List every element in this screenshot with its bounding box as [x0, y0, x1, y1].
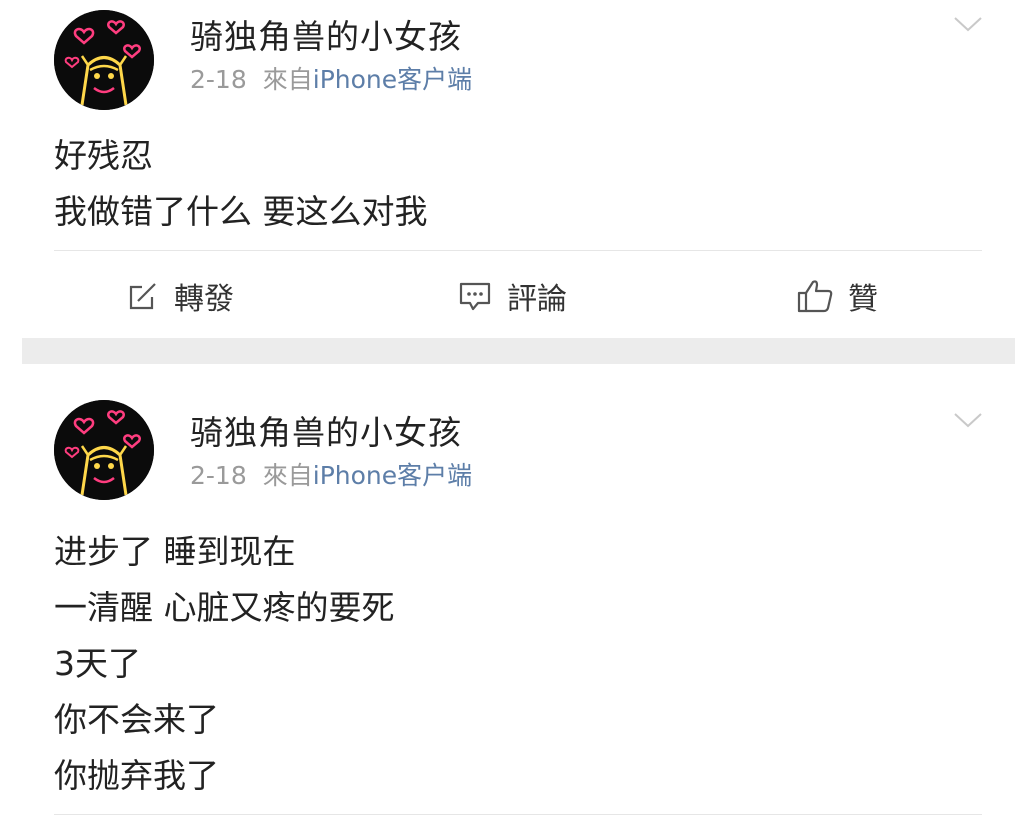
divider: [54, 814, 982, 815]
avatar[interactable]: [54, 10, 154, 110]
post-text-line: 好残忍: [54, 136, 153, 175]
post-text-line: 你抛弃我了: [54, 756, 219, 795]
post-author-name[interactable]: 骑独角兽的小女孩: [190, 10, 462, 58]
chevron-down-icon[interactable]: [953, 14, 983, 34]
post-content: 进步了 睡到现在 一清醒 心脏又疼的要死 3天了 你不会来了 你抛弃我了: [54, 524, 395, 804]
post-separator: [22, 338, 1015, 364]
post-meta: 2-18 來自iPhone客户端: [190, 456, 472, 492]
post-author-name[interactable]: 骑独角兽的小女孩: [190, 406, 462, 454]
post-card: 骑独角兽的小女孩 2-18 來自iPhone客户端 好残忍 我做错了什么 要这么对…: [0, 0, 1023, 338]
comment-label: 評論: [507, 282, 567, 317]
chevron-down-icon[interactable]: [953, 410, 983, 430]
compose-arrow-icon: [126, 279, 160, 313]
post-text-line: 进步了 睡到现在: [54, 532, 296, 571]
weibo-feed: 骑独角兽的小女孩 2-18 來自iPhone客户端 好残忍 我做错了什么 要这么对…: [0, 0, 1023, 818]
post-text-line: 你不会来了: [54, 700, 219, 739]
post-text-line: 3天了: [54, 644, 141, 683]
post-text-line: 一清醒 心脏又疼的要死: [54, 588, 395, 627]
repost-button[interactable]: 轉發: [126, 270, 234, 322]
neon-bear-hearts-avatar-icon: [54, 400, 154, 500]
post-date: 2-18: [190, 461, 247, 490]
thumbs-up-icon: [796, 278, 834, 314]
post-source-link[interactable]: iPhone客户端: [313, 461, 472, 490]
post-action-bar: 轉發 評論 贊: [0, 270, 1023, 322]
avatar[interactable]: [54, 400, 154, 500]
post-source-prefix: 來自: [262, 461, 313, 490]
post-source-prefix: 來自: [262, 65, 313, 94]
post-content: 好残忍 我做错了什么 要这么对我: [54, 128, 428, 240]
repost-label: 轉發: [174, 282, 234, 317]
post-text-line: 我做错了什么 要这么对我: [54, 192, 428, 231]
like-button[interactable]: 贊: [796, 270, 878, 322]
like-label: 贊: [848, 282, 878, 317]
post-date: 2-18: [190, 65, 247, 94]
post-meta: 2-18 來自iPhone客户端: [190, 60, 472, 96]
post-card: 骑独角兽的小女孩 2-18 來自iPhone客户端 进步了 睡到现在 一清醒 心脏…: [0, 364, 1023, 818]
speech-bubble-icon: [457, 279, 493, 313]
post-source-link[interactable]: iPhone客户端: [313, 65, 472, 94]
neon-bear-hearts-avatar-icon: [54, 10, 154, 110]
divider: [54, 250, 982, 251]
comment-button[interactable]: 評論: [457, 270, 567, 322]
